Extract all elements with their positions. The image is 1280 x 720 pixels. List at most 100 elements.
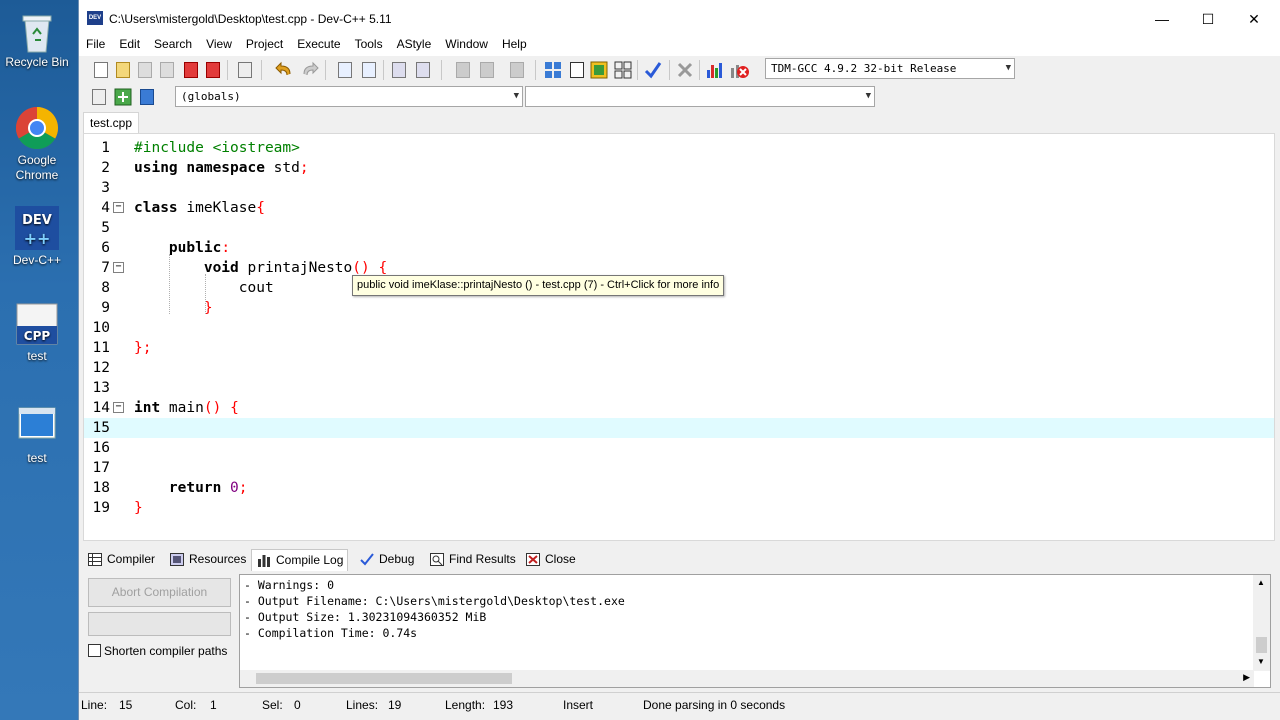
code-line[interactable]: 11}; [84, 338, 1274, 358]
maximize-button[interactable]: ☐ [1185, 0, 1231, 38]
code-line[interactable]: 1 #include <iostream> [84, 138, 1274, 158]
line-number: 18 [92, 480, 110, 496]
run-icon[interactable] [567, 60, 587, 80]
code-line[interactable]: 19} [84, 498, 1274, 518]
line-number: 1 [101, 140, 110, 156]
code-line[interactable]: 16 [84, 438, 1274, 458]
minimize-button[interactable]: — [1139, 0, 1185, 38]
menu-help[interactable]: Help [495, 34, 534, 51]
compile-icon[interactable] [543, 60, 563, 80]
code-text: class imeKlase{ [134, 200, 265, 216]
rebuild-icon[interactable] [613, 60, 633, 80]
find-icon[interactable] [335, 60, 355, 80]
save-all-icon[interactable] [157, 60, 177, 80]
scroll-thumb[interactable] [256, 673, 512, 684]
checkbox-box[interactable] [88, 644, 101, 657]
toggle-bookmark-icon[interactable] [507, 60, 527, 80]
desktop-icon-devcpp[interactable]: DEV ++ Dev-C++ [0, 206, 74, 268]
redo-icon[interactable] [299, 60, 319, 80]
code-line[interactable]: 10 [84, 318, 1274, 338]
fold-toggle-icon[interactable]: − [113, 262, 124, 273]
menu-project[interactable]: Project [239, 34, 290, 51]
menu-tools[interactable]: Tools [348, 34, 390, 51]
compile-log[interactable]: - Warnings: 0 - Output Filename: C:\User… [239, 574, 1271, 688]
compiler-select-value: TDM-GCC 4.9.2 32-bit Release [771, 62, 957, 75]
code-line[interactable]: 4− class imeKlase{ [84, 198, 1274, 218]
tab-debug[interactable]: Debug [355, 549, 418, 571]
indent-guide [169, 254, 170, 314]
goto-declaration-icon[interactable] [89, 87, 109, 107]
scroll-thumb[interactable] [1256, 637, 1267, 653]
unindent-icon[interactable] [413, 60, 433, 80]
add-file-icon[interactable] [113, 87, 133, 107]
stop-execution-icon[interactable] [675, 60, 695, 80]
shorten-paths-label: Shorten compiler paths [104, 644, 228, 658]
title-bar[interactable]: DEV C:\Users\mistergold\Desktop\test.cpp… [79, 0, 1280, 38]
delete-profile-icon[interactable] [729, 60, 749, 80]
menu-execute[interactable]: Execute [290, 34, 347, 51]
log-horizontal-scrollbar[interactable]: ▶ [240, 670, 1254, 687]
scope-select[interactable]: (globals) ▼ [175, 86, 523, 107]
project-options-icon[interactable] [137, 87, 157, 107]
fold-toggle-icon[interactable]: − [113, 202, 124, 213]
profile-icon[interactable] [705, 60, 725, 80]
desktop-icon-test-exe[interactable]: test [0, 404, 74, 466]
close-button[interactable]: ✕ [1231, 0, 1277, 38]
log-vertical-scrollbar[interactable]: ▲ ▼ [1253, 575, 1270, 671]
syntax-check-icon[interactable] [643, 60, 663, 80]
code-line[interactable]: 2 using namespace std; [84, 158, 1274, 178]
abort-compilation-button[interactable]: Abort Compilation [88, 578, 231, 607]
menu-view[interactable]: View [199, 34, 239, 51]
chevron-up-icon[interactable]: ▲ [1257, 578, 1265, 587]
open-file-icon[interactable] [113, 60, 133, 80]
close-file-icon[interactable] [181, 60, 201, 80]
code-line[interactable]: 15 [84, 418, 1274, 438]
tab-close[interactable]: Close [521, 549, 580, 571]
code-line[interactable]: 12 [84, 358, 1274, 378]
tab-find-results[interactable]: Find Results [425, 549, 520, 571]
menu-astyle[interactable]: AStyle [390, 34, 439, 51]
code-editor[interactable]: 1 #include <iostream> 2 using namespace std… [83, 133, 1275, 541]
new-project-icon[interactable] [453, 60, 473, 80]
insert-icon[interactable] [477, 60, 497, 80]
compiler-select[interactable]: TDM-GCC 4.9.2 32-bit Release ▼ [765, 58, 1015, 79]
devcpp-window: DEV C:\Users\mistergold\Desktop\test.cpp… [78, 0, 1280, 720]
close-all-icon[interactable] [203, 60, 223, 80]
indent-icon[interactable] [389, 60, 409, 80]
undo-icon[interactable] [275, 60, 295, 80]
code-line[interactable]: 13 [84, 378, 1274, 398]
desktop-icon-chrome[interactable]: Google Chrome [0, 106, 74, 183]
tab-compile-log[interactable]: Compile Log [251, 549, 349, 571]
line-number: 6 [101, 240, 110, 256]
menu-window[interactable]: Window [438, 34, 495, 51]
tab-label: Find Results [449, 552, 516, 566]
code-line[interactable]: 3 [84, 178, 1274, 198]
desktop-icon-test-cpp[interactable]: CPP test [0, 302, 74, 364]
replace-icon[interactable] [359, 60, 379, 80]
chevron-right-icon[interactable]: ▶ [1243, 672, 1250, 683]
tab-compiler[interactable]: Compiler [83, 549, 159, 571]
menu-file[interactable]: File [79, 34, 112, 51]
compile-run-icon[interactable] [589, 60, 609, 80]
code-line[interactable]: 17 [84, 458, 1274, 478]
code-line[interactable]: 14− int main() { [84, 398, 1274, 418]
member-select[interactable]: ▼ [525, 86, 875, 107]
code-line[interactable]: 5 [84, 218, 1274, 238]
tab-resources[interactable]: Resources [165, 549, 250, 571]
line-number: 9 [101, 300, 110, 316]
code-line[interactable]: 18 return 0; [84, 478, 1274, 498]
shorten-paths-checkbox[interactable]: Shorten compiler paths [88, 643, 227, 659]
tab-test-cpp[interactable]: test.cpp [83, 112, 140, 133]
new-file-icon[interactable] [91, 60, 111, 80]
fold-toggle-icon[interactable]: − [113, 402, 124, 413]
code-line[interactable]: 6 public: [84, 238, 1274, 258]
desktop-icon-recycle-bin[interactable]: Recycle Bin [0, 8, 74, 70]
status-col-value: 1 [210, 698, 217, 712]
menu-search[interactable]: Search [147, 34, 199, 51]
tab-label: Resources [189, 552, 247, 566]
chevron-down-icon[interactable]: ▼ [1257, 657, 1265, 666]
print-icon[interactable] [235, 60, 255, 80]
save-icon[interactable] [135, 60, 155, 80]
menu-edit[interactable]: Edit [112, 34, 147, 51]
code-line[interactable]: 9 } [84, 298, 1274, 318]
